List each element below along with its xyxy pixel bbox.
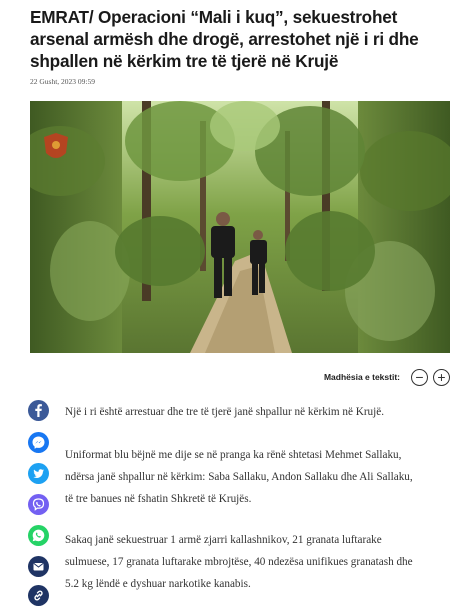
text-size-control: Madhësia e tekstit: − + xyxy=(300,366,450,388)
whatsapp-icon xyxy=(32,529,45,542)
share-twitter-button[interactable] xyxy=(28,463,49,484)
article-video[interactable] xyxy=(30,101,450,353)
article-paragraph: Uniformat blu bëjnë me dije se në pranga… xyxy=(65,449,413,505)
share-messenger-button[interactable] xyxy=(28,432,49,453)
viber-icon xyxy=(32,498,45,511)
facebook-icon xyxy=(35,404,42,417)
police-emblem-icon xyxy=(44,133,68,158)
share-email-button[interactable] xyxy=(28,556,49,577)
share-viber-button[interactable] xyxy=(28,494,49,515)
video-frame-image xyxy=(30,101,450,353)
share-link-button[interactable] xyxy=(28,585,49,606)
article-headline: EMRAT/ Operacioni “Mali i kuq”, sekuestr… xyxy=(30,7,419,71)
share-facebook-button[interactable] xyxy=(28,400,49,421)
increase-text-size-button[interactable]: + xyxy=(433,368,450,386)
twitter-icon xyxy=(33,469,44,478)
link-icon xyxy=(34,590,43,601)
decrease-text-size-button[interactable]: − xyxy=(411,368,428,386)
article-date: 22 Gusht, 2023 09:59 xyxy=(30,77,96,86)
messenger-icon xyxy=(32,436,45,449)
article-paragraph: Një i ri është arrestuar dhe tre të tjer… xyxy=(65,406,385,418)
email-icon xyxy=(33,563,44,571)
article-paragraph: Sakaq janë sekuestruar 1 armë zjarri kal… xyxy=(65,534,413,590)
share-whatsapp-button[interactable] xyxy=(28,525,49,546)
text-size-label: Madhësia e tekstit: xyxy=(323,372,400,382)
